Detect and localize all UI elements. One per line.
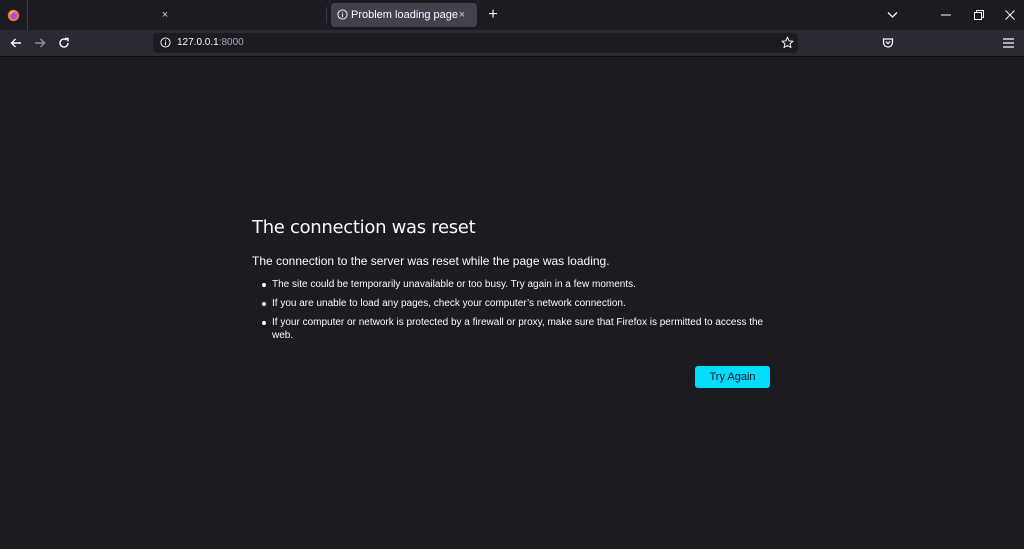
try-again-button[interactable]: Try Again (695, 366, 770, 388)
minimize-button[interactable] (936, 6, 956, 24)
list-all-tabs-button[interactable] (882, 6, 902, 24)
restore-button[interactable] (969, 6, 989, 24)
tab-strip: × Problem loading page × + (0, 0, 1024, 30)
url-port: :8000 (218, 37, 244, 48)
error-suggestions-list: The site could be temporarily unavailabl… (252, 278, 772, 348)
chevron-down-icon (887, 12, 897, 18)
star-bookmark-icon[interactable] (781, 36, 794, 49)
back-button[interactable] (7, 34, 25, 52)
address-bar[interactable]: 127.0.0.1:8000 (153, 33, 798, 53)
tab-divider (326, 7, 327, 23)
minimize-icon (941, 14, 951, 16)
restore-icon (974, 10, 984, 20)
url-host: 127.0.0.1 (177, 37, 219, 48)
close-icon (1005, 10, 1015, 20)
error-title: The connection was reset (252, 217, 476, 238)
forward-button[interactable] (31, 34, 49, 52)
tab-close-icon[interactable]: × (455, 8, 469, 22)
list-item: If you are unable to load any pages, che… (252, 297, 772, 310)
error-subtitle: The connection to the server was reset w… (252, 254, 610, 268)
tab-title: Problem loading page (351, 9, 459, 21)
reload-button[interactable] (55, 34, 73, 52)
list-item: If your computer or network is protected… (252, 316, 772, 342)
navigation-toolbar: 127.0.0.1:8000 (0, 30, 1024, 56)
list-item: The site could be temporarily unavailabl… (252, 278, 772, 291)
info-icon (337, 9, 348, 20)
new-tab-button[interactable]: + (484, 6, 502, 24)
arrow-right-icon (35, 38, 46, 48)
close-window-button[interactable] (1000, 6, 1020, 24)
pocket-icon (882, 38, 894, 48)
url-text[interactable]: 127.0.0.1:8000 (177, 37, 244, 48)
arrow-left-icon (10, 38, 21, 48)
tab-active[interactable]: Problem loading page × (331, 3, 477, 27)
tab-inactive[interactable]: × (30, 3, 180, 27)
tab-close-icon[interactable]: × (158, 8, 172, 22)
reload-icon (59, 37, 69, 48)
firefox-view-button[interactable] (0, 0, 28, 30)
app-menu-button[interactable] (999, 34, 1017, 52)
site-info-icon[interactable] (160, 37, 171, 48)
hamburger-menu-icon (1002, 38, 1014, 48)
toolbar-separator (0, 56, 1024, 57)
firefox-logo-icon (7, 9, 20, 21)
pocket-button[interactable] (879, 34, 897, 52)
